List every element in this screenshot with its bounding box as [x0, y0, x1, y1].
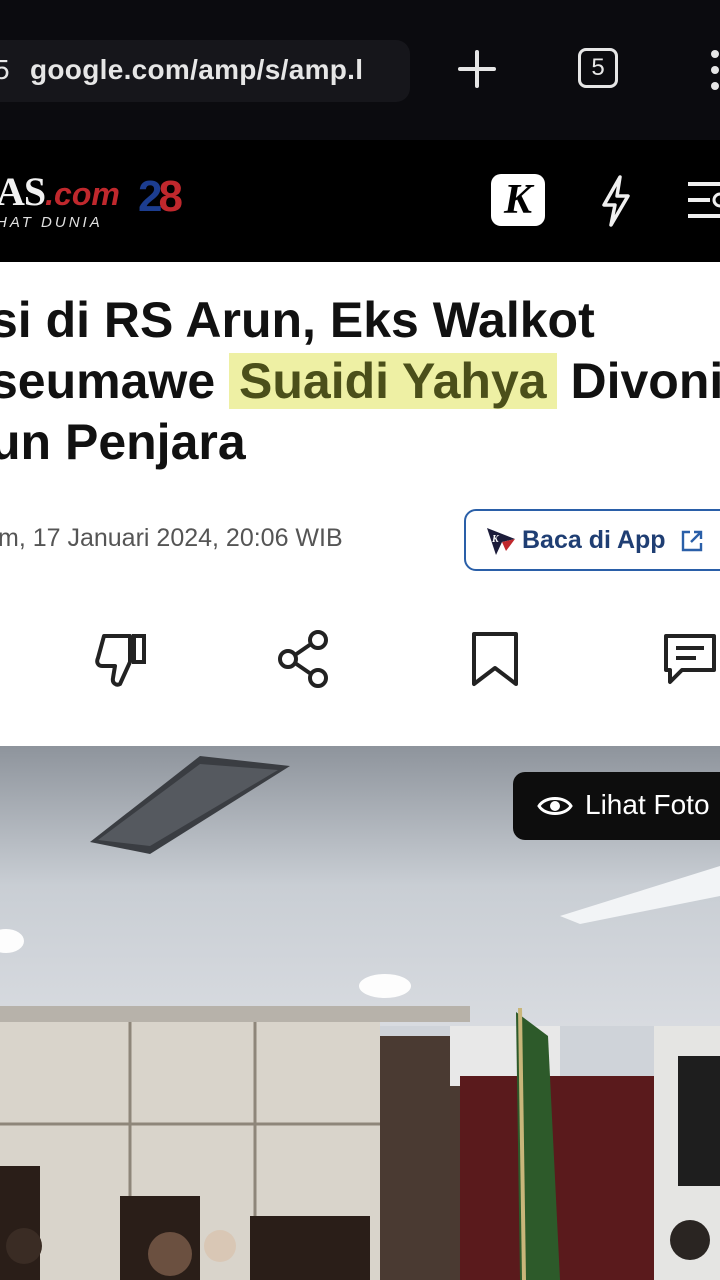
title-line-1: si di RS Arun, Eks Walkot [0, 292, 595, 348]
bookmark-icon[interactable] [466, 628, 526, 690]
more-menu-icon[interactable] [708, 48, 720, 92]
title-line-3: un Penjara [0, 414, 246, 470]
title-line-2: seumawe Suaidi Yahya Divonis [0, 353, 720, 409]
logo-wordmark: AS [0, 169, 46, 214]
read-in-app-label: Baca di App [522, 526, 666, 554]
search-highlight: Suaidi Yahya [229, 353, 557, 409]
article-title: si di RS Arun, Eks Walkot seumawe Suaidi… [0, 290, 720, 473]
eye-icon [537, 797, 573, 815]
share-icon[interactable] [274, 628, 334, 690]
url-scheme-fragment: 5 [0, 54, 10, 85]
tab-switcher-button[interactable]: 5 [578, 48, 618, 88]
logo-tagline: HAT DUNIA [0, 214, 103, 231]
address-bar[interactable]: 5 google.com/amp/s/amp.l [0, 40, 410, 102]
view-photo-button[interactable]: Lihat Foto [513, 772, 720, 840]
view-photo-label: Lihat Foto [585, 789, 710, 820]
hamburger-menu-icon[interactable] [686, 178, 720, 222]
site-logo[interactable]: AS.com HAT DUNIA [0, 168, 120, 231]
anniversary-badge: 28 [138, 172, 183, 221]
logo-domain: .com [45, 176, 120, 212]
dislike-icon[interactable] [90, 628, 150, 690]
svg-text:K: K [491, 534, 500, 545]
external-link-icon [681, 530, 703, 552]
comment-icon[interactable] [660, 628, 720, 690]
open-app-button[interactable]: K [491, 174, 545, 226]
app-logo-icon: K [487, 528, 515, 555]
lightning-icon[interactable] [596, 174, 636, 228]
read-in-app-button[interactable]: K Baca di App [464, 509, 720, 571]
new-tab-icon[interactable] [452, 44, 502, 94]
url-text[interactable]: google.com/amp/s/amp.l [30, 54, 363, 86]
publish-date: m, 17 Januari 2024, 20:06 WIB [0, 524, 343, 552]
